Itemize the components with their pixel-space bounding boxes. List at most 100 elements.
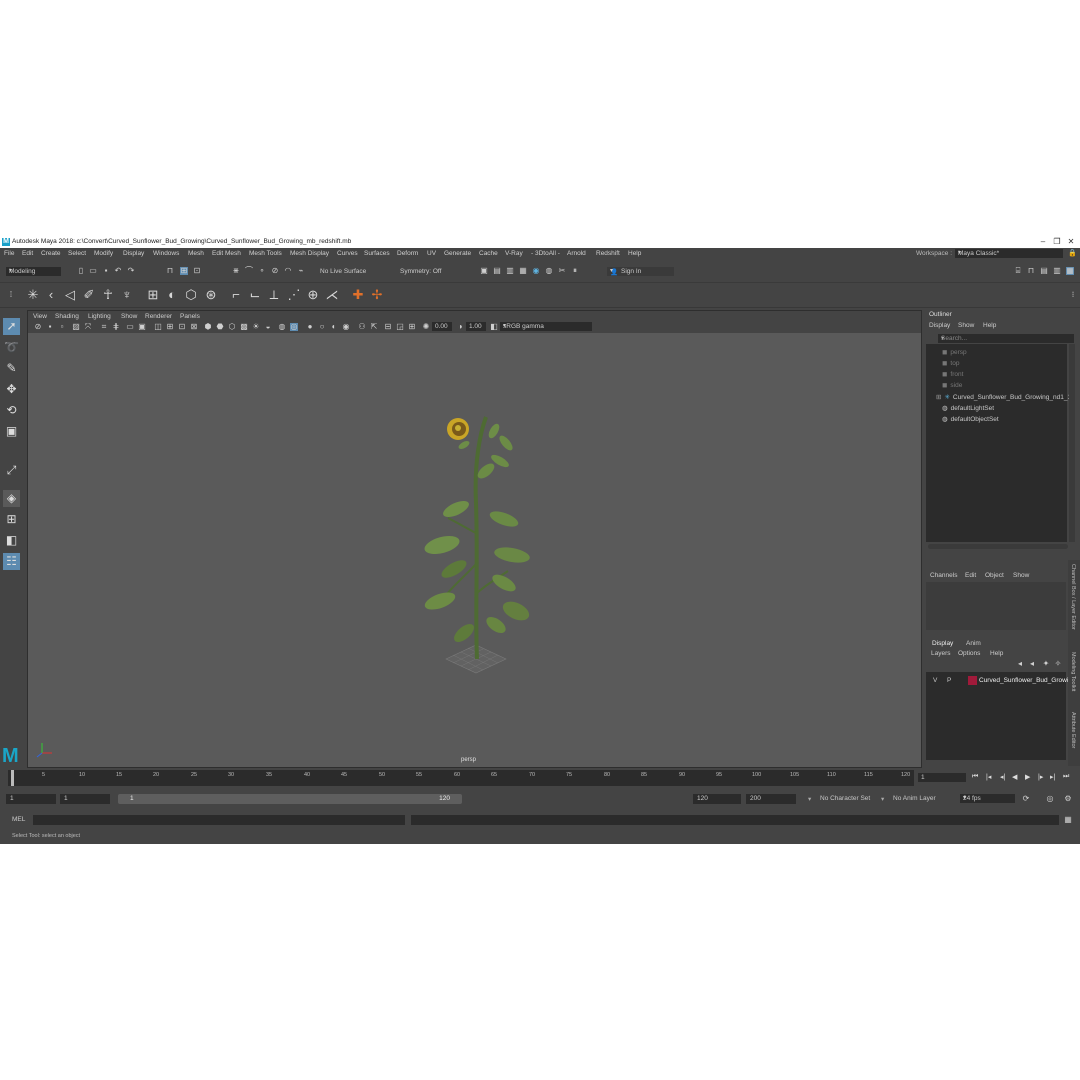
side-tab-channel-box[interactable]: Channel Box / Layer Editor <box>1070 564 1076 630</box>
playback-end-field[interactable]: 120 <box>693 794 741 804</box>
sign-in-dropdown[interactable]: 👤 Sign In ▾ <box>607 267 674 276</box>
menu-edit[interactable]: Edit <box>22 250 33 257</box>
rotate-tool-icon[interactable]: ⟲ <box>3 402 20 419</box>
shelf-edge-icon[interactable]: ◁ <box>63 288 77 302</box>
shelf-options-icon[interactable]: ⁞ <box>4 288 18 302</box>
menu-select[interactable]: Select <box>68 250 86 257</box>
channels-menu-edit[interactable]: Edit <box>965 572 976 579</box>
menu-mesh-display[interactable]: Mesh Display <box>290 250 329 257</box>
exposure-icon[interactable]: ✺ <box>422 323 430 331</box>
shelf-bridge-icon[interactable]: ⟂ <box>267 288 281 302</box>
hypershade-icon[interactable]: ◉ <box>532 267 540 275</box>
minimize-icon[interactable]: – <box>1036 237 1050 247</box>
outliner-item-front[interactable]: ◼ front <box>942 370 963 378</box>
menu-surfaces[interactable]: Surfaces <box>364 250 390 257</box>
outliner-menu-help[interactable]: Help <box>983 322 996 329</box>
channels-menu-show[interactable]: Show <box>1013 572 1029 579</box>
restore-icon[interactable]: ❐ <box>1050 237 1064 247</box>
two-d-pan-icon[interactable]: ⤧ <box>84 323 92 331</box>
live-surface-label[interactable]: No Live Surface <box>320 268 366 275</box>
step-back-frame-icon[interactable]: ◂| <box>1000 773 1005 781</box>
redo-icon[interactable]: ↷ <box>127 267 135 275</box>
shelf-extrude-icon[interactable]: ⌐ <box>229 288 243 302</box>
xray-icon[interactable]: ◎ <box>290 323 298 331</box>
outliner-item-default-light-set[interactable]: ◍ defaultLightSet <box>942 404 994 412</box>
layers-menu-help[interactable]: Help <box>990 650 1003 657</box>
shelf-curve-icon[interactable]: ‹ <box>44 288 58 302</box>
character-set-label[interactable]: No Character Set <box>820 795 870 802</box>
redshift-render-view-icon[interactable]: ◍ <box>545 267 553 275</box>
shelf-scroll-icon[interactable]: ⁝ <box>1066 288 1080 302</box>
redshift-ipr-icon[interactable]: ✂ <box>558 267 566 275</box>
view-transform-dropdown[interactable]: sRGB gamma ▾ <box>500 322 592 331</box>
select-tool-icon[interactable]: ➚ <box>3 318 20 335</box>
persp-outliner-layout-icon[interactable]: ◧ <box>3 532 20 549</box>
panel-menu-renderer[interactable]: Renderer <box>145 313 172 320</box>
paint-select-tool-icon[interactable]: ✎ <box>3 360 20 377</box>
lock-icon[interactable]: 🔒 <box>1068 250 1077 258</box>
menu-help[interactable]: Help <box>628 250 641 257</box>
menu-redshift[interactable]: Redshift <box>596 250 620 257</box>
menu-mesh-tools[interactable]: Mesh Tools <box>249 250 282 257</box>
ipr-render-icon[interactable]: ▥ <box>506 267 514 275</box>
chevron-down-icon[interactable]: ▾ <box>808 795 811 803</box>
character-controls-icon[interactable]: ⊓ <box>1027 267 1035 275</box>
animation-start-field[interactable]: 1 <box>6 794 56 804</box>
auto-key-icon[interactable]: ◎ <box>1046 795 1054 803</box>
gamma-field[interactable]: 1.00 <box>466 322 486 331</box>
menu-uv[interactable]: UV <box>427 250 436 257</box>
time-slider[interactable]: 5 10 15 20 25 30 35 40 45 50 55 60 65 70… <box>8 770 914 786</box>
camera-select-icon[interactable]: ⊘ <box>34 323 42 331</box>
outliner-vertical-scrollbar[interactable] <box>1069 344 1075 542</box>
shelf-joint-icon[interactable]: ♆ <box>120 288 134 302</box>
gate-mask-icon[interactable]: ◫ <box>154 323 162 331</box>
select-by-object-icon[interactable]: ⊞ <box>180 267 188 275</box>
scale-tool-icon[interactable]: ▣ <box>3 423 20 440</box>
perspective-viewport[interactable]: M persp <box>2 333 921 767</box>
select-by-hierarchy-icon[interactable]: ⊓ <box>166 267 174 275</box>
play-backwards-icon[interactable]: ◀ <box>1012 773 1017 781</box>
make-live-icon[interactable]: ⌁ <box>297 267 305 275</box>
workspace-dropdown[interactable]: Maya Classic* ▾ <box>955 249 1063 258</box>
go-to-start-icon[interactable]: ⏮ <box>972 773 978 781</box>
layer-color-swatch[interactable] <box>968 676 977 685</box>
layer-visibility-toggle[interactable]: V <box>933 677 937 684</box>
menu-display[interactable]: Display <box>123 250 144 257</box>
wireframe-on-shaded-icon[interactable]: ⬡ <box>228 323 236 331</box>
mode-dropdown[interactable]: Modeling ▾ <box>6 267 61 276</box>
grid-toggle-icon[interactable]: ⋕ <box>112 323 120 331</box>
mel-label[interactable]: MEL <box>12 816 25 823</box>
shelf-paint-icon[interactable]: ✐ <box>82 288 96 302</box>
render-current-frame-icon[interactable]: ▣ <box>480 267 488 275</box>
tab-anim[interactable]: Anim <box>966 640 981 647</box>
layers-menu-layers[interactable]: Layers <box>931 650 951 657</box>
animation-end-field[interactable]: 200 <box>746 794 796 804</box>
script-editor-icon[interactable]: ▦ <box>1064 816 1072 824</box>
menu-create[interactable]: Create <box>41 250 61 257</box>
shelf-lattice-icon[interactable]: ⊞ <box>146 288 160 302</box>
outliner-layout-icon[interactable]: ☷ <box>3 553 20 570</box>
shelf-multi-cut-icon[interactable]: ⊕ <box>306 288 320 302</box>
close-icon[interactable]: ✕ <box>1064 237 1078 247</box>
outliner-horizontal-scrollbar[interactable] <box>928 544 1068 549</box>
move-layer-up-icon[interactable]: ◂ <box>1016 660 1024 668</box>
tool-settings-icon[interactable]: ▥ <box>1053 267 1061 275</box>
menu-cache[interactable]: Cache <box>479 250 498 257</box>
shelf-create-locator-icon[interactable]: ✚ <box>351 288 365 302</box>
save-scene-icon[interactable]: ▪ <box>102 267 110 275</box>
outliner-item-top[interactable]: ◼ top <box>942 359 959 367</box>
safe-title-icon[interactable]: ⊠ <box>190 323 198 331</box>
smooth-shade-icon[interactable]: ⬣ <box>216 323 224 331</box>
menu-edit-mesh[interactable]: Edit Mesh <box>212 250 241 257</box>
isolate-select-icon[interactable]: ● <box>306 323 314 331</box>
menu-mesh[interactable]: Mesh <box>188 250 204 257</box>
shelf-insert-edge-icon[interactable]: ⋰ <box>287 288 301 302</box>
menu-3dtoall[interactable]: - 3DtoAll - <box>531 250 560 257</box>
single-perspective-layout-icon[interactable]: ◈ <box>3 490 20 507</box>
command-input[interactable] <box>33 815 405 825</box>
new-layer-selected-icon[interactable]: ✧ <box>1054 660 1062 668</box>
hud-icon[interactable]: ⇱ <box>370 323 378 331</box>
undo-icon[interactable]: ↶ <box>114 267 122 275</box>
layers-menu-options[interactable]: Options <box>958 650 980 657</box>
shelf-center-pivot-icon[interactable]: ✢ <box>370 288 384 302</box>
